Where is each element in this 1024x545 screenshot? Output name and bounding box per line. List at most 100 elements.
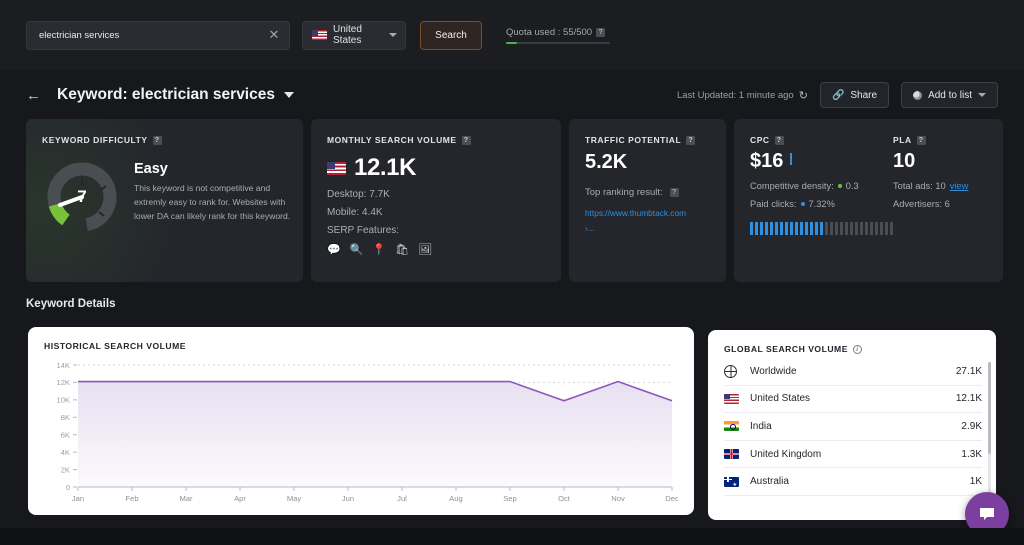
quota-help-icon[interactable]: ? bbox=[596, 28, 605, 37]
historical-search-volume-panel: HISTORICAL SEARCH VOLUME 02K4K6K8K10K12K… bbox=[28, 327, 694, 515]
country-name: India bbox=[750, 421, 961, 432]
difficulty-gauge: 7 bbox=[44, 159, 120, 235]
chevron-down-icon bbox=[978, 93, 986, 97]
traffic-potential-value: 5.2K bbox=[585, 151, 710, 174]
list-item[interactable]: Worldwide27.1K bbox=[724, 358, 982, 386]
meter-bar bbox=[760, 222, 763, 235]
help-icon[interactable]: ? bbox=[686, 136, 695, 145]
country-label: United States bbox=[333, 24, 389, 46]
global-search-volume-title: GLOBAL SEARCH VOLUME i bbox=[724, 344, 982, 354]
svg-text:Aug: Aug bbox=[449, 494, 463, 503]
help-icon[interactable]: ? bbox=[917, 136, 926, 145]
info-icon[interactable]: i bbox=[853, 345, 862, 354]
meter-bar bbox=[795, 222, 798, 235]
traffic-potential-card: TRAFFIC POTENTIAL ? 5.2K Top ranking res… bbox=[569, 119, 726, 282]
chevron-down-icon bbox=[389, 33, 397, 37]
help-icon[interactable]: ? bbox=[775, 136, 784, 145]
last-updated-label: Last Updated: 1 minute ago bbox=[677, 90, 794, 101]
back-arrow-icon[interactable]: ← bbox=[26, 88, 41, 103]
view-ads-link[interactable]: view bbox=[950, 181, 969, 191]
share-button[interactable]: 🔗 Share bbox=[820, 82, 889, 108]
historical-chart[interactable]: 02K4K6K8K10K12K14KJanFebMarAprMayJunJulA… bbox=[44, 359, 678, 509]
country-name: Australia bbox=[750, 476, 970, 487]
flag-icon bbox=[724, 449, 750, 459]
flag-icon bbox=[724, 477, 750, 487]
svg-text:Dec: Dec bbox=[665, 494, 678, 503]
chevron-down-icon[interactable] bbox=[284, 92, 294, 98]
clear-icon[interactable]: ✕ bbox=[267, 28, 281, 42]
flag-us-icon bbox=[312, 30, 327, 40]
desktop-volume: Desktop: 7.7K bbox=[327, 189, 545, 200]
meter-bar bbox=[840, 222, 843, 235]
difficulty-description: This keyword is not competitive and extr… bbox=[134, 182, 300, 224]
list-item[interactable]: Australia1K bbox=[724, 468, 982, 496]
list-item[interactable]: United Kingdom1.3K bbox=[724, 441, 982, 469]
help-icon[interactable]: ? bbox=[670, 188, 679, 197]
quota-indicator: Quota used : 55/500 ? bbox=[506, 27, 610, 44]
mobile-volume: Mobile: 4.4K bbox=[327, 207, 545, 218]
meter-bar bbox=[790, 222, 793, 235]
blue-dot-icon bbox=[801, 202, 805, 206]
meter-bar bbox=[865, 222, 868, 235]
search-button[interactable]: Search bbox=[420, 21, 482, 50]
chat-bubbles-icon[interactable]: 💬 bbox=[327, 245, 341, 256]
global-search-volume-list: Worldwide27.1KUnited States12.1KIndia2.9… bbox=[724, 358, 982, 496]
image-icon[interactable]: 🖼 bbox=[418, 245, 432, 256]
shopping-bag-icon[interactable]: 🛍 bbox=[395, 245, 409, 256]
svg-text:6K: 6K bbox=[61, 431, 70, 440]
meter-bar bbox=[755, 222, 758, 235]
global-search-volume-panel: GLOBAL SEARCH VOLUME i Worldwide27.1KUni… bbox=[708, 330, 996, 520]
meter-bar bbox=[810, 222, 813, 235]
refresh-icon[interactable]: ↻ bbox=[799, 89, 808, 102]
meter-bar bbox=[785, 222, 788, 235]
meter-bar bbox=[845, 222, 848, 235]
meter-bar bbox=[875, 222, 878, 235]
share-label: Share bbox=[850, 90, 877, 101]
meter-bar bbox=[835, 222, 838, 235]
svg-text:8K: 8K bbox=[61, 413, 70, 422]
globe-icon bbox=[724, 365, 750, 378]
scrollbar[interactable] bbox=[988, 362, 991, 497]
meter-bar bbox=[770, 222, 773, 235]
country-select[interactable]: United States bbox=[302, 21, 406, 50]
svg-text:Mar: Mar bbox=[179, 494, 193, 503]
map-pin-icon[interactable]: 📍 bbox=[372, 245, 386, 256]
country-name: Worldwide bbox=[750, 366, 956, 377]
serp-features-label: SERP Features: bbox=[327, 225, 545, 236]
meter-bar bbox=[775, 222, 778, 235]
top-ranking-result-label: Top ranking result: ? bbox=[585, 187, 710, 198]
svg-text:Jun: Jun bbox=[342, 494, 354, 503]
help-icon[interactable]: ? bbox=[462, 136, 471, 145]
top-ranking-result-link[interactable]: https://www.thumbtack.com ›... bbox=[585, 206, 710, 235]
historical-search-volume-title: HISTORICAL SEARCH VOLUME bbox=[44, 341, 678, 351]
green-dot-icon bbox=[838, 184, 842, 188]
meter-bar bbox=[750, 222, 753, 235]
keyword-search-field[interactable]: ✕ bbox=[26, 21, 290, 50]
meter-bar bbox=[825, 222, 828, 235]
svg-text:Nov: Nov bbox=[611, 494, 625, 503]
meter-bar bbox=[885, 222, 888, 235]
search-input[interactable] bbox=[39, 30, 267, 41]
traffic-potential-label: TRAFFIC POTENTIAL ? bbox=[585, 135, 710, 145]
meter-bar bbox=[815, 222, 818, 235]
cpc-value: $16 bbox=[750, 150, 783, 173]
svg-text:Jul: Jul bbox=[397, 494, 407, 503]
svg-text:12K: 12K bbox=[56, 378, 70, 387]
meter-bar bbox=[800, 222, 803, 235]
magnifier-icon[interactable]: 🔍 bbox=[350, 245, 364, 256]
difficulty-verdict: Easy bbox=[134, 161, 300, 177]
svg-text:Oct: Oct bbox=[558, 494, 571, 503]
country-volume: 1.3K bbox=[961, 449, 982, 460]
meter-bar bbox=[830, 222, 833, 235]
list-item[interactable]: United States12.1K bbox=[724, 386, 982, 414]
monthly-search-volume-card: MONTHLY SEARCH VOLUME ? 12.1K Desktop: 7… bbox=[311, 119, 561, 282]
list-item[interactable]: India2.9K bbox=[724, 413, 982, 441]
top-search-bar: ✕ United States Search Quota used : 55/5… bbox=[0, 0, 1024, 70]
help-icon[interactable]: ? bbox=[153, 136, 162, 145]
meter-bar bbox=[860, 222, 863, 235]
cpc-marker-icon bbox=[790, 153, 792, 165]
pla-label: PLA ? bbox=[893, 135, 987, 145]
meter-bar bbox=[805, 222, 808, 235]
add-to-list-button[interactable]: Add to list bbox=[901, 82, 998, 108]
flag-icon bbox=[724, 394, 750, 404]
